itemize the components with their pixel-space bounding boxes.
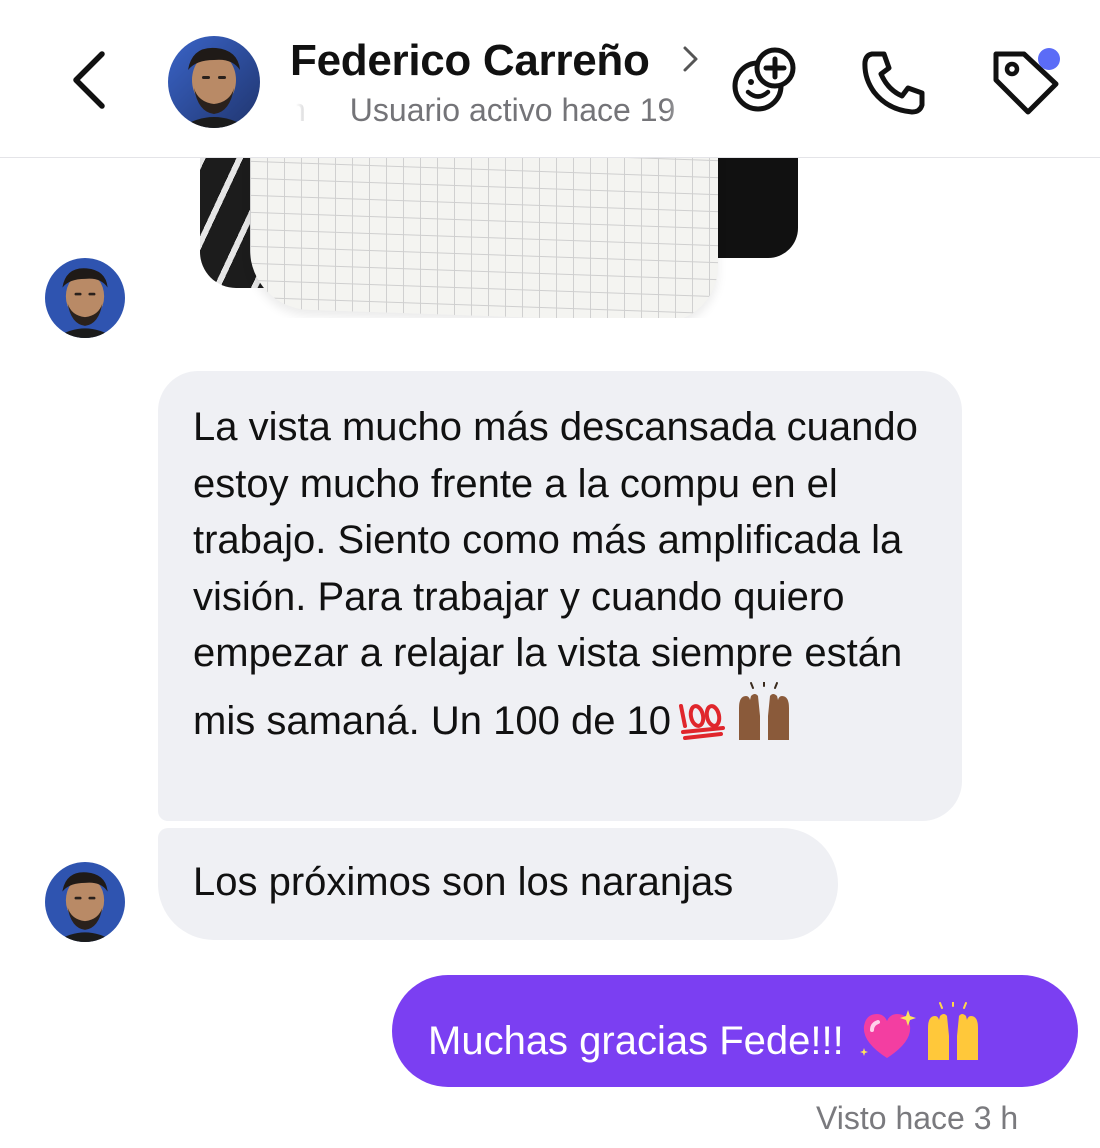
outgoing-message[interactable]: Muchas gracias Fede!!!: [392, 975, 1078, 1087]
unread-indicator-dot: [1038, 48, 1060, 70]
phone-icon: [862, 51, 925, 115]
contact-avatar[interactable]: [168, 36, 260, 128]
chat-screen: Federico Carreño nUsuario activo hace 19: [0, 0, 1100, 1148]
status-text: Usuario activo hace 19: [349, 92, 676, 128]
message-text: La vista mucho más descansada cuando est…: [193, 405, 918, 743]
activity-status: nUsuario activo hace 19: [288, 92, 706, 132]
chevron-left-icon: [73, 51, 105, 109]
back-button[interactable]: [62, 48, 118, 112]
seen-status: Visto hace 3 h: [816, 1100, 1019, 1136]
status-fade-left: [288, 92, 328, 132]
face-add-icon: [732, 47, 796, 112]
sender-avatar[interactable]: [45, 258, 125, 338]
chevron-right-icon[interactable]: [680, 44, 702, 74]
sender-avatar[interactable]: [45, 862, 125, 942]
sparkling-heart-emoji: [858, 1008, 916, 1077]
status-fade-right: [666, 92, 706, 132]
incoming-message[interactable]: Los próximos son los naranjas: [158, 828, 838, 940]
contact-name[interactable]: Federico Carreño: [290, 36, 650, 86]
message-text: Los próximos son los naranjas: [193, 860, 734, 904]
message-text: Muchas gracias Fede!!!: [428, 1019, 844, 1063]
raising-hands-emoji: [733, 680, 795, 758]
effects-button[interactable]: [728, 44, 800, 116]
chat-header: Federico Carreño nUsuario activo hace 19: [0, 0, 1100, 158]
audio-call-button[interactable]: [858, 46, 930, 118]
incoming-message[interactable]: La vista mucho más descansada cuando est…: [158, 371, 962, 821]
hundred-points-emoji: [677, 696, 727, 758]
raising-hands-emoji: [922, 1001, 984, 1077]
message-thread[interactable]: La vista mucho más descansada cuando est…: [0, 118, 1100, 1148]
